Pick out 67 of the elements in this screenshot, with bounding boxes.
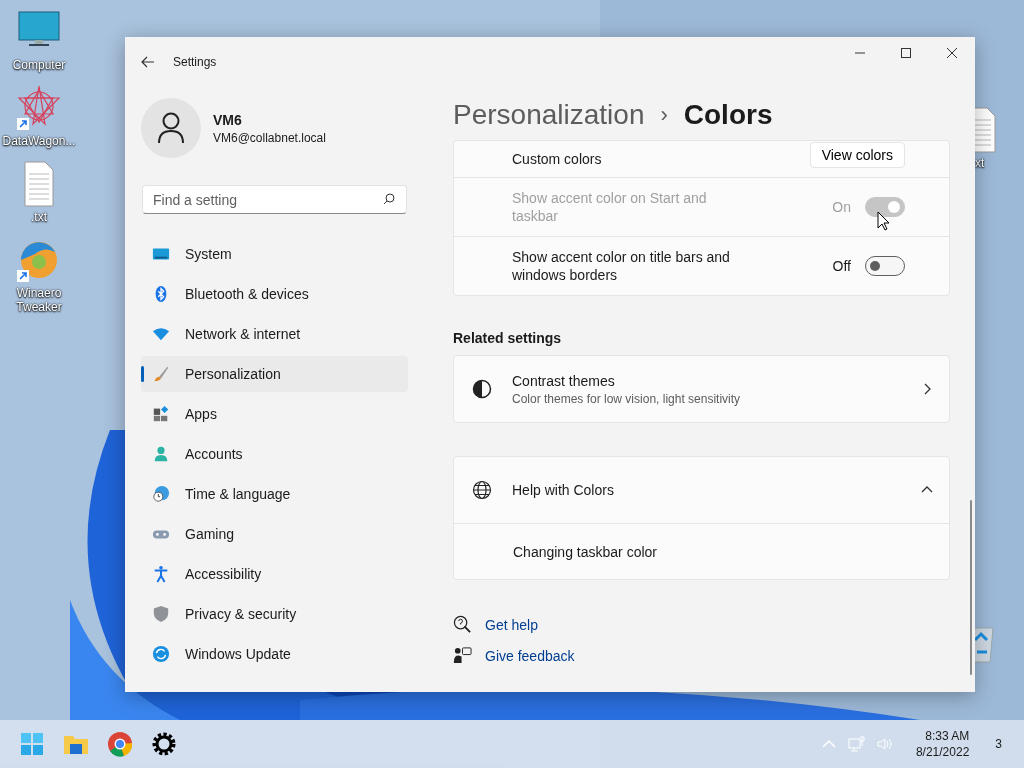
- help-icon: [453, 615, 472, 634]
- clock[interactable]: 8:33 AM 8/21/2022: [915, 728, 970, 760]
- view-colors-button[interactable]: View colors: [809, 142, 905, 168]
- breadcrumb-link[interactable]: Personalization: [453, 99, 645, 131]
- accounts-icon: [152, 445, 170, 463]
- time-icon: [152, 485, 170, 503]
- nav-item[interactable]: Windows Update: [141, 636, 408, 672]
- search-field[interactable]: Find a setting: [142, 185, 407, 214]
- setting-label: Custom colors: [512, 150, 603, 168]
- nav-item[interactable]: Accounts: [141, 436, 408, 472]
- nav-item[interactable]: Time & language: [141, 476, 408, 512]
- cursor-icon: [877, 211, 890, 231]
- desktop-icon-label: Computer: [12, 58, 66, 72]
- notification-count[interactable]: 3: [995, 737, 1002, 751]
- back-arrow-icon: [141, 56, 155, 68]
- close-icon: [947, 48, 957, 58]
- setting-label: Show accent color on title bars and windows borders: [512, 248, 731, 284]
- chrome-logo: [107, 731, 133, 757]
- update-icon: [152, 645, 170, 663]
- toggle-state: On: [832, 199, 851, 215]
- nav-item[interactable]: Apps: [141, 396, 408, 432]
- nav-item[interactable]: Bluetooth & devices: [141, 276, 408, 312]
- settings-button[interactable]: [151, 731, 177, 757]
- scrollbar[interactable]: [970, 500, 972, 675]
- desktop-icon-label: .txt: [31, 210, 47, 224]
- section-heading: Related settings: [453, 330, 563, 346]
- apps-icon: [152, 405, 170, 423]
- desktop-icon-label: DataWagon...: [2, 134, 76, 148]
- nav-item[interactable]: Accessibility: [141, 556, 408, 592]
- toggle-switch[interactable]: [865, 256, 905, 276]
- settings-link-card[interactable]: Contrast themes Color themes for low vision, light sensitivity: [453, 355, 950, 423]
- accessibility-icon: [152, 565, 170, 583]
- privacy-icon: [152, 605, 170, 623]
- network-icon: [152, 325, 170, 343]
- desktop-icon-label: Winaero Tweaker: [15, 286, 63, 314]
- link-description: Color themes for low vision, light sensitivity: [512, 391, 741, 406]
- nav-item[interactable]: Network & internet: [141, 316, 408, 352]
- user-name: VM6: [213, 111, 243, 128]
- time: 8:33 AM: [925, 728, 970, 744]
- desktop-icon-label: xt: [975, 156, 985, 170]
- gear-icon: [151, 731, 177, 757]
- globe-icon: [472, 480, 492, 500]
- date: 8/21/2022: [915, 744, 970, 760]
- star-icon[interactable]: [15, 84, 63, 132]
- feedback-icon: [453, 646, 472, 665]
- breadcrumb-separator: ›: [660, 102, 668, 128]
- window-title: Settings: [173, 55, 217, 69]
- page-title: Colors: [683, 99, 773, 131]
- help-link[interactable]: Get help: [485, 616, 538, 633]
- help-title: Help with Colors: [512, 482, 614, 498]
- user-email: VM6@collabnet.local: [213, 130, 326, 145]
- nav-item[interactable]: Gaming: [141, 516, 408, 552]
- contrast-icon: [472, 379, 492, 399]
- nav-item[interactable]: System: [141, 236, 408, 272]
- chrome-button[interactable]: [107, 731, 133, 757]
- windows-logo: [19, 731, 45, 757]
- feedback-link[interactable]: Give feedback: [485, 647, 575, 664]
- nav-item[interactable]: Personalization: [141, 356, 408, 392]
- toggle-state: Off: [832, 258, 851, 274]
- nav-item[interactable]: Privacy & security: [141, 596, 408, 632]
- setting-label: Show accent color on Start and taskbar: [512, 189, 708, 225]
- start-button[interactable]: [19, 731, 45, 757]
- personalization-icon: [152, 365, 170, 383]
- help-link[interactable]: Changing taskbar color: [513, 543, 657, 560]
- search-icon[interactable]: [383, 193, 395, 205]
- maximize-icon: [901, 48, 911, 58]
- link-title: Contrast themes: [512, 372, 616, 389]
